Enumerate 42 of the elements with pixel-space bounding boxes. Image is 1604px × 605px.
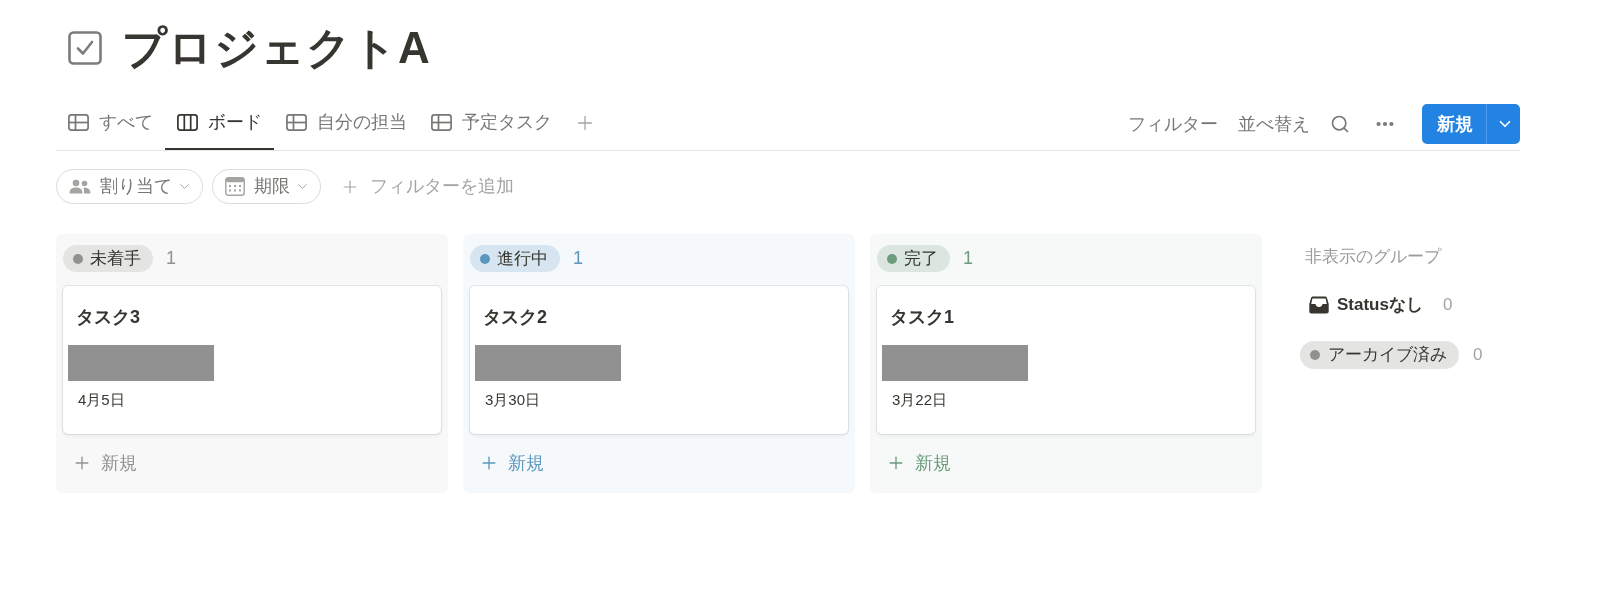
search-icon[interactable]	[1330, 114, 1350, 134]
hidden-groups-heading: 非表示のグループ	[1304, 246, 1441, 268]
add-card-button[interactable]: 新規	[63, 445, 137, 481]
add-card-button[interactable]: 新規	[877, 445, 951, 481]
task-card[interactable]: タスク1 3月22日	[877, 286, 1255, 434]
count-label: 1	[166, 247, 176, 270]
view-tab[interactable]: 自分の担当	[274, 104, 419, 150]
add-filter-button[interactable]: フィルターを追加	[340, 169, 514, 204]
board-icon	[177, 113, 198, 131]
page-title: プロジェクトA	[122, 22, 431, 74]
new-button[interactable]: 新規	[1422, 104, 1520, 144]
count-label: 0	[1442, 294, 1453, 317]
view-tab[interactable]: すべて	[56, 104, 165, 150]
group-label: アーカイブ済み	[1328, 344, 1447, 367]
add-card-button[interactable]: 新規	[470, 445, 544, 481]
status-label: 完了	[904, 247, 938, 270]
card-title: タスク3	[75, 306, 141, 328]
card-title: タスク2	[482, 306, 548, 328]
task-card[interactable]: タスク3 4月5日	[63, 286, 441, 434]
count-label: 1	[573, 247, 583, 270]
filter-button[interactable]: フィルター	[1128, 110, 1218, 138]
people-icon	[69, 179, 91, 194]
inbox-icon	[1309, 296, 1329, 314]
table-icon	[68, 113, 89, 131]
count-label: 1	[963, 247, 973, 270]
card-title: タスク1	[889, 306, 955, 328]
view-tab[interactable]: 予定タスク	[419, 104, 564, 150]
status-label: 進行中	[497, 247, 548, 270]
group-label[interactable]: Statusなし	[1337, 292, 1423, 318]
checkbox-icon	[68, 31, 102, 65]
card-date: 3月30日	[484, 391, 542, 409]
calendar-icon	[225, 177, 245, 196]
table-icon	[431, 113, 452, 131]
count-label: 0	[1473, 344, 1483, 367]
status-label: 未着手	[90, 247, 141, 270]
card-date: 3月22日	[891, 391, 949, 409]
card-date: 4月5日	[77, 391, 126, 409]
table-icon	[286, 113, 307, 131]
task-card[interactable]: タスク2 3月30日	[470, 286, 848, 434]
sort-button[interactable]: 並べ替え	[1238, 110, 1310, 138]
status-tag[interactable]: アーカイブ済み	[1300, 341, 1459, 369]
view-tab[interactable]: ボード	[165, 104, 274, 150]
